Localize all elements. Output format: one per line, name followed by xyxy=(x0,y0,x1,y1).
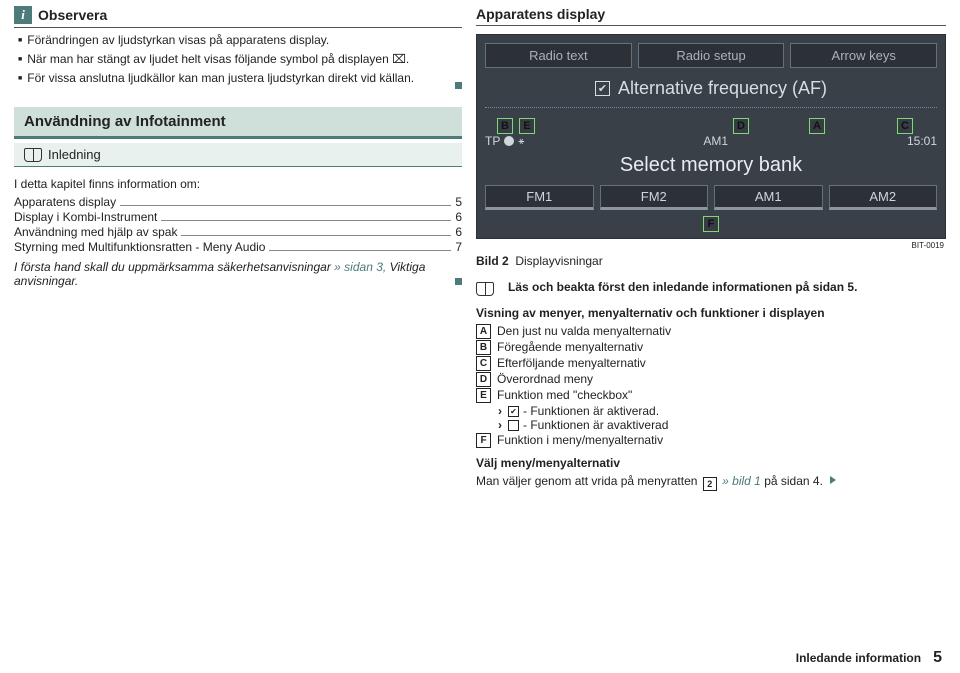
select-heading: Välj meny/menyalternativ xyxy=(476,456,946,470)
section-banner: Användning av Infotainment xyxy=(14,107,462,139)
menu-desc-heading: Visning av menyer, menyalternativ och fu… xyxy=(476,306,946,320)
info-icon: i xyxy=(14,6,32,24)
page-footer: Inledande information 5 xyxy=(796,649,942,667)
band-buttons: FM1 FM2 AM1 AM2 F xyxy=(485,185,937,230)
toc-row: Styrning med Multifunktionsratten - Meny… xyxy=(14,240,462,254)
legend-row: ADen just nu valda menyalternativ xyxy=(476,324,946,339)
subsection-title: Inledning xyxy=(48,147,101,162)
toc-row: Apparatens display5 xyxy=(14,195,462,209)
current-band: AM1 xyxy=(703,134,728,148)
checkbox-checked-icon: ✔ xyxy=(508,406,519,417)
callout-e: E xyxy=(519,118,535,134)
callout-c: C xyxy=(897,118,913,134)
observera-item: När man har stängt av ljudet helt visas … xyxy=(18,51,462,70)
legend-row: BFöregående menyalternativ xyxy=(476,340,946,355)
observera-header: i Observera xyxy=(14,6,462,28)
af-row: ✔ Alternative frequency (AF) xyxy=(485,74,937,108)
legend-row: DÖverordnad meny xyxy=(476,372,946,387)
band-button[interactable]: AM2 xyxy=(829,185,938,210)
band-button[interactable]: FM1 xyxy=(485,185,594,210)
checkbox-checked-icon: ✔ xyxy=(595,81,610,96)
callout-a: A xyxy=(809,118,825,134)
device-tabs: Radio text Radio setup Arrow keys xyxy=(485,43,937,68)
legend-row: FFunktion i meny/menyalternativ xyxy=(476,433,946,448)
right-column: Apparatens display Radio text Radio setu… xyxy=(476,6,946,491)
observera-title: Observera xyxy=(38,7,107,23)
observera-item: Förändringen av ljudstyrkan visas på app… xyxy=(18,32,462,51)
legend-subrow: - Funktionen är avaktiverad xyxy=(476,418,946,432)
legend-row: EFunktion med "checkbox" xyxy=(476,388,946,403)
device-tab[interactable]: Radio setup xyxy=(638,43,785,68)
read-first: Läs och beakta först den inledande infor… xyxy=(476,280,946,296)
key-badge: D xyxy=(476,372,491,387)
subsection-banner: Inledning xyxy=(14,143,462,167)
legend-row: CEfterföljande menyalternativ xyxy=(476,356,946,371)
callout-d: D xyxy=(733,118,749,134)
safety-link[interactable]: » sidan 3, xyxy=(334,260,386,274)
disc-icon xyxy=(504,136,514,146)
key-badge: F xyxy=(476,433,491,448)
read-first-text: Läs och beakta först den inledande infor… xyxy=(508,280,857,294)
band-button[interactable]: FM2 xyxy=(600,185,709,210)
select-memory-label: Select memory bank xyxy=(485,148,937,185)
image-code: BIT-0019 xyxy=(476,241,944,250)
observera-item: För vissa anslutna ljudkällor kan man ju… xyxy=(18,70,462,89)
status-row: TP ⚹ AM1 15:01 xyxy=(485,134,937,148)
legend-subrow: ✔- Funktionen är aktiverad. xyxy=(476,404,946,418)
key-badge: A xyxy=(476,324,491,339)
select-paragraph: Man väljer genom att vrida på menyratten… xyxy=(476,474,946,491)
toc-intro: I detta kapitel finns information om: xyxy=(14,177,462,191)
figure-caption: Bild 2 Displayvisningar xyxy=(476,254,946,268)
key-badge: E xyxy=(476,388,491,403)
key-badge: C xyxy=(476,356,491,371)
footer-text: Inledande information xyxy=(796,651,921,665)
device-tab[interactable]: Arrow keys xyxy=(790,43,937,68)
continued-icon xyxy=(830,476,836,484)
safety-note: I första hand skall du uppmärksamma säke… xyxy=(14,260,462,288)
clock: 15:01 xyxy=(907,134,937,148)
toc-row: Display i Kombi-Instrument6 xyxy=(14,210,462,224)
left-column: i Observera Förändringen av ljudstyrkan … xyxy=(14,6,462,491)
callout-b: B xyxy=(497,118,513,134)
toc-row: Användning med hjälp av spak6 xyxy=(14,225,462,239)
checkbox-empty-icon xyxy=(508,420,519,431)
band-button[interactable]: AM1 xyxy=(714,185,823,210)
display-heading: Apparatens display xyxy=(476,6,946,26)
fig-link[interactable]: » bild 1 xyxy=(722,474,761,488)
book-icon xyxy=(24,148,42,162)
key-badge: B xyxy=(476,340,491,355)
device-display: Radio text Radio setup Arrow keys ✔ Alte… xyxy=(476,34,946,239)
tp-indicator: TP xyxy=(485,134,500,148)
book-icon xyxy=(476,282,494,296)
observera-list: Förändringen av ljudstyrkan visas på app… xyxy=(14,32,462,89)
knob-ref-badge: 2 xyxy=(703,477,717,491)
bluetooth-icon: ⚹ xyxy=(518,136,524,147)
page-number: 5 xyxy=(933,649,942,667)
device-tab[interactable]: Radio text xyxy=(485,43,632,68)
section-end-icon xyxy=(455,278,462,285)
af-label: Alternative frequency (AF) xyxy=(618,78,827,99)
callout-f: F xyxy=(703,216,719,232)
